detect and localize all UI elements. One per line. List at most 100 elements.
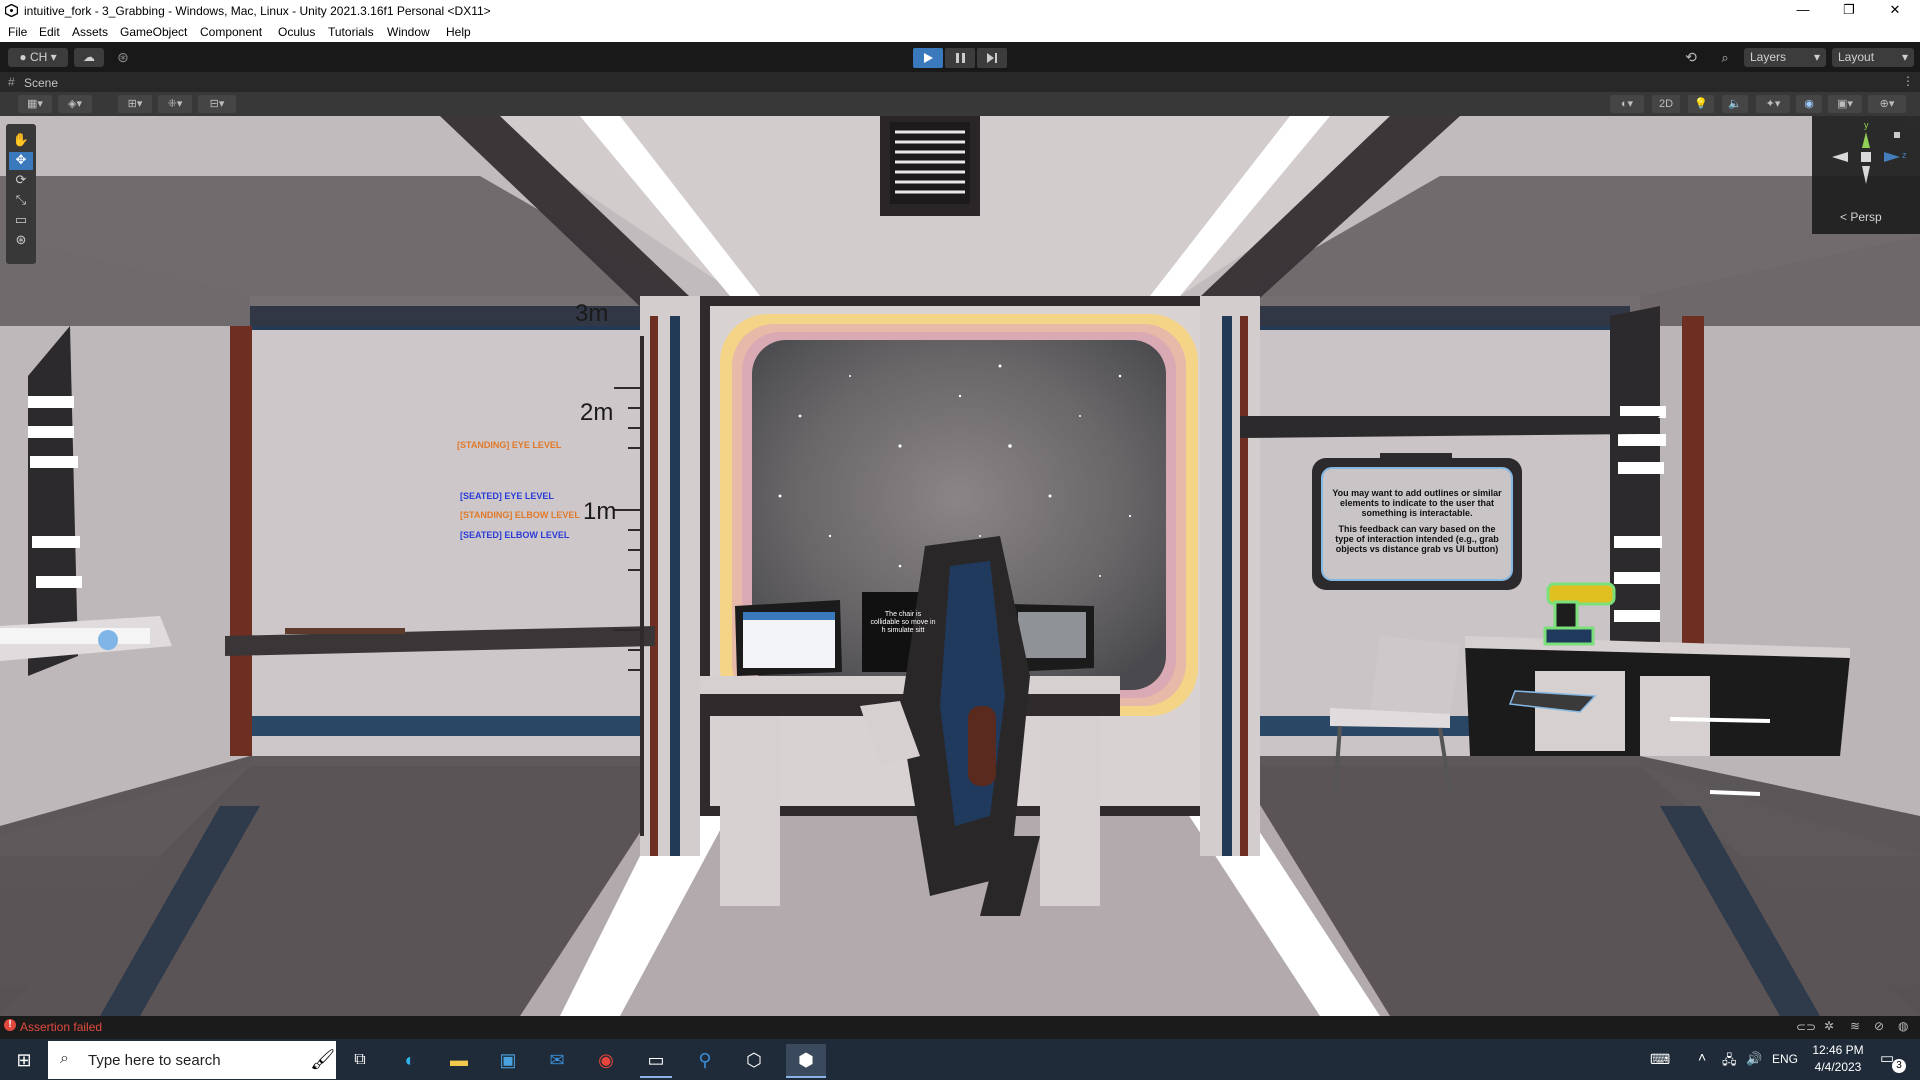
render-mode-dropdown[interactable]: ◈▾ (58, 95, 92, 113)
unity-hub-icon[interactable]: ⬡ (738, 1044, 770, 1076)
sign-paragraph-1: You may want to add outlines or similar … (1332, 488, 1502, 518)
task-view-icon[interactable]: ⧉ (344, 1044, 376, 1076)
play-button[interactable] (913, 48, 943, 68)
layers-dropdown[interactable]: Layers ▾ (1744, 48, 1826, 67)
oculus-icon[interactable]: ▭ (640, 1044, 672, 1078)
scene-render (0, 116, 1920, 1016)
camera-dropdown[interactable]: ▣▾ (1828, 95, 1862, 113)
menu-edit[interactable]: Edit (39, 25, 60, 39)
audio-toggle[interactable]: 🔈 (1722, 95, 1748, 113)
menu-gameobject[interactable]: GameObject (120, 25, 187, 39)
unity-editor-icon[interactable]: ⬢ (786, 1044, 826, 1078)
network-icon[interactable]: 🖧 (1722, 1051, 1737, 1073)
scene-tab-icon: # (8, 75, 15, 89)
menu-window[interactable]: Window (387, 25, 430, 39)
menu-tutorials[interactable]: Tutorials (328, 25, 374, 39)
chevron-up-icon[interactable]: ˄ (1698, 1049, 1706, 1065)
step-button[interactable] (977, 48, 1007, 68)
persp-text: Persp (1850, 210, 1882, 224)
volume-icon[interactable]: 🔊 (1746, 1051, 1762, 1067)
chevron-down-icon: ▾ (50, 50, 57, 64)
layout-label: Layout (1838, 50, 1875, 64)
scale-tool-icon[interactable]: ⤡ (9, 192, 33, 210)
tool-palette: ✋ ✥ ⟳ ⤡ ▭ ⊛ (6, 124, 36, 264)
menu-help[interactable]: Help (446, 25, 471, 39)
close-button[interactable]: ✕ (1872, 0, 1918, 22)
light-bulb-icon: 💡 (1694, 98, 1708, 110)
clock[interactable]: 12:46 PM 4/4/2023 (1808, 1043, 1868, 1074)
standing-eye-level-label: [STANDING] EYE LEVEL (457, 440, 562, 450)
hand-tool-icon[interactable]: ✋ (9, 132, 33, 150)
search-button[interactable]: ⌕ (1714, 48, 1736, 67)
orientation-gizmo[interactable]: y z < Persp (1812, 116, 1920, 234)
gizmo-icon: ⊕▾ (1879, 98, 1895, 110)
edge-icon[interactable]: ◐ (394, 1044, 426, 1076)
chrome-icon[interactable]: ◉ (590, 1044, 622, 1076)
taskbar: ⊞ ⌕ Type here to search 🖌 ⧉ ◐ ▬ ▣ ✉ ◉ ▭ … (0, 1039, 1920, 1080)
file-explorer-icon[interactable]: ▬ (443, 1044, 475, 1076)
gizmos-dropdown[interactable]: ⊕▾ (1868, 95, 1906, 113)
effects-dropdown[interactable]: ✦▾ (1756, 95, 1790, 113)
rect-tool-icon[interactable]: ▭ (9, 212, 33, 230)
title-bar: intuitive_fork - 3_Grabbing - Windows, M… (0, 0, 1920, 22)
collab-button[interactable]: ⊛ (114, 48, 132, 67)
store-icon[interactable]: ▣ (492, 1044, 524, 1076)
menu-file[interactable]: File (8, 25, 27, 39)
draw-mode-icon: ▦▾ (27, 98, 43, 110)
effects-icon: ✦▾ (1765, 98, 1781, 110)
height-marker-2m: 2m (580, 399, 614, 426)
search-highlight-icon: 🖌 (310, 1049, 336, 1071)
pause-button[interactable] (945, 48, 975, 68)
toggle-2d-button[interactable]: 2D (1652, 95, 1680, 113)
status-message[interactable]: Assertion failed (20, 1020, 102, 1034)
menu-assets[interactable]: Assets (72, 25, 108, 39)
layout-dropdown[interactable]: Layout ▾ (1832, 48, 1914, 67)
search-box[interactable]: ⌕ Type here to search 🖌 (48, 1041, 336, 1079)
maps-icon[interactable]: ⚲ (689, 1044, 721, 1076)
collab-icon: ⊛ (117, 49, 129, 65)
stack-icon[interactable]: ≋ (1850, 1019, 1860, 1033)
account-label: CH (29, 50, 48, 64)
mail-icon[interactable]: ✉ (541, 1044, 573, 1076)
windows-start-icon[interactable]: ⊞ (8, 1044, 40, 1076)
rotate-tool-icon[interactable]: ⟳ (9, 172, 33, 190)
menu-bar: File Edit Assets GameObject Component Oc… (0, 22, 1920, 42)
keyboard-icon[interactable]: ⌨ (1650, 1051, 1670, 1068)
search-icon: ⌕ (1721, 50, 1729, 65)
chevron-down-icon: ▾ (1901, 50, 1908, 64)
transform-tool-icon[interactable]: ⊛ (9, 232, 33, 250)
bug-icon[interactable]: ✲ (1824, 1019, 1834, 1033)
audio-icon: 🔈 (1728, 98, 1742, 110)
error-icon: ! (4, 1019, 16, 1031)
draw-mode-dropdown[interactable]: ▦▾ (18, 95, 52, 113)
search-placeholder: Type here to search (88, 1052, 221, 1069)
eye-icon: ◉ (1804, 98, 1814, 110)
scene-visibility-toggle[interactable]: ◉ (1796, 95, 1822, 113)
progress-icon[interactable]: ⊂⊃ (1796, 1020, 1816, 1034)
cloud-icon: ☁ (83, 50, 95, 64)
scene-tab[interactable]: Scene (24, 76, 58, 90)
menu-oculus[interactable]: Oculus (278, 25, 315, 39)
camera-icon: ▣▾ (1837, 98, 1853, 110)
network-icon[interactable]: ⊘ (1874, 1019, 1884, 1033)
persp-label[interactable]: < Persp (1840, 210, 1882, 224)
scene-viewport[interactable]: 3m 2m 1m [STANDING] EYE LEVEL [SEATED] E… (0, 116, 1920, 1016)
seated-eye-level-label: [SEATED] EYE LEVEL (460, 491, 554, 501)
sync-icon[interactable]: ◍ (1898, 1019, 1908, 1033)
snap-increment-dropdown[interactable]: ⁜▾ (158, 95, 192, 113)
menu-component[interactable]: Component (200, 25, 262, 39)
cloud-button[interactable]: ☁ (74, 48, 104, 67)
shading-dropdown[interactable]: ◐▾ (1610, 95, 1644, 113)
align-dropdown[interactable]: ⊟▾ (198, 95, 236, 113)
snap-icon: ⁜▾ (167, 98, 183, 110)
account-icon: ● (19, 50, 27, 64)
language-indicator[interactable]: ENG (1772, 1052, 1798, 1066)
kebab-menu-icon[interactable]: ⋮ (1902, 74, 1914, 88)
move-tool-icon[interactable]: ✥ (9, 152, 33, 170)
history-button[interactable]: ⟲ (1680, 48, 1702, 67)
account-dropdown[interactable]: ● CH ▾ (8, 48, 68, 67)
grid-snap-dropdown[interactable]: ⊞▾ (118, 95, 152, 113)
restore-button[interactable]: ❐ (1826, 0, 1872, 22)
minimize-button[interactable]: — (1780, 0, 1826, 22)
lighting-toggle[interactable]: 💡 (1688, 95, 1714, 113)
